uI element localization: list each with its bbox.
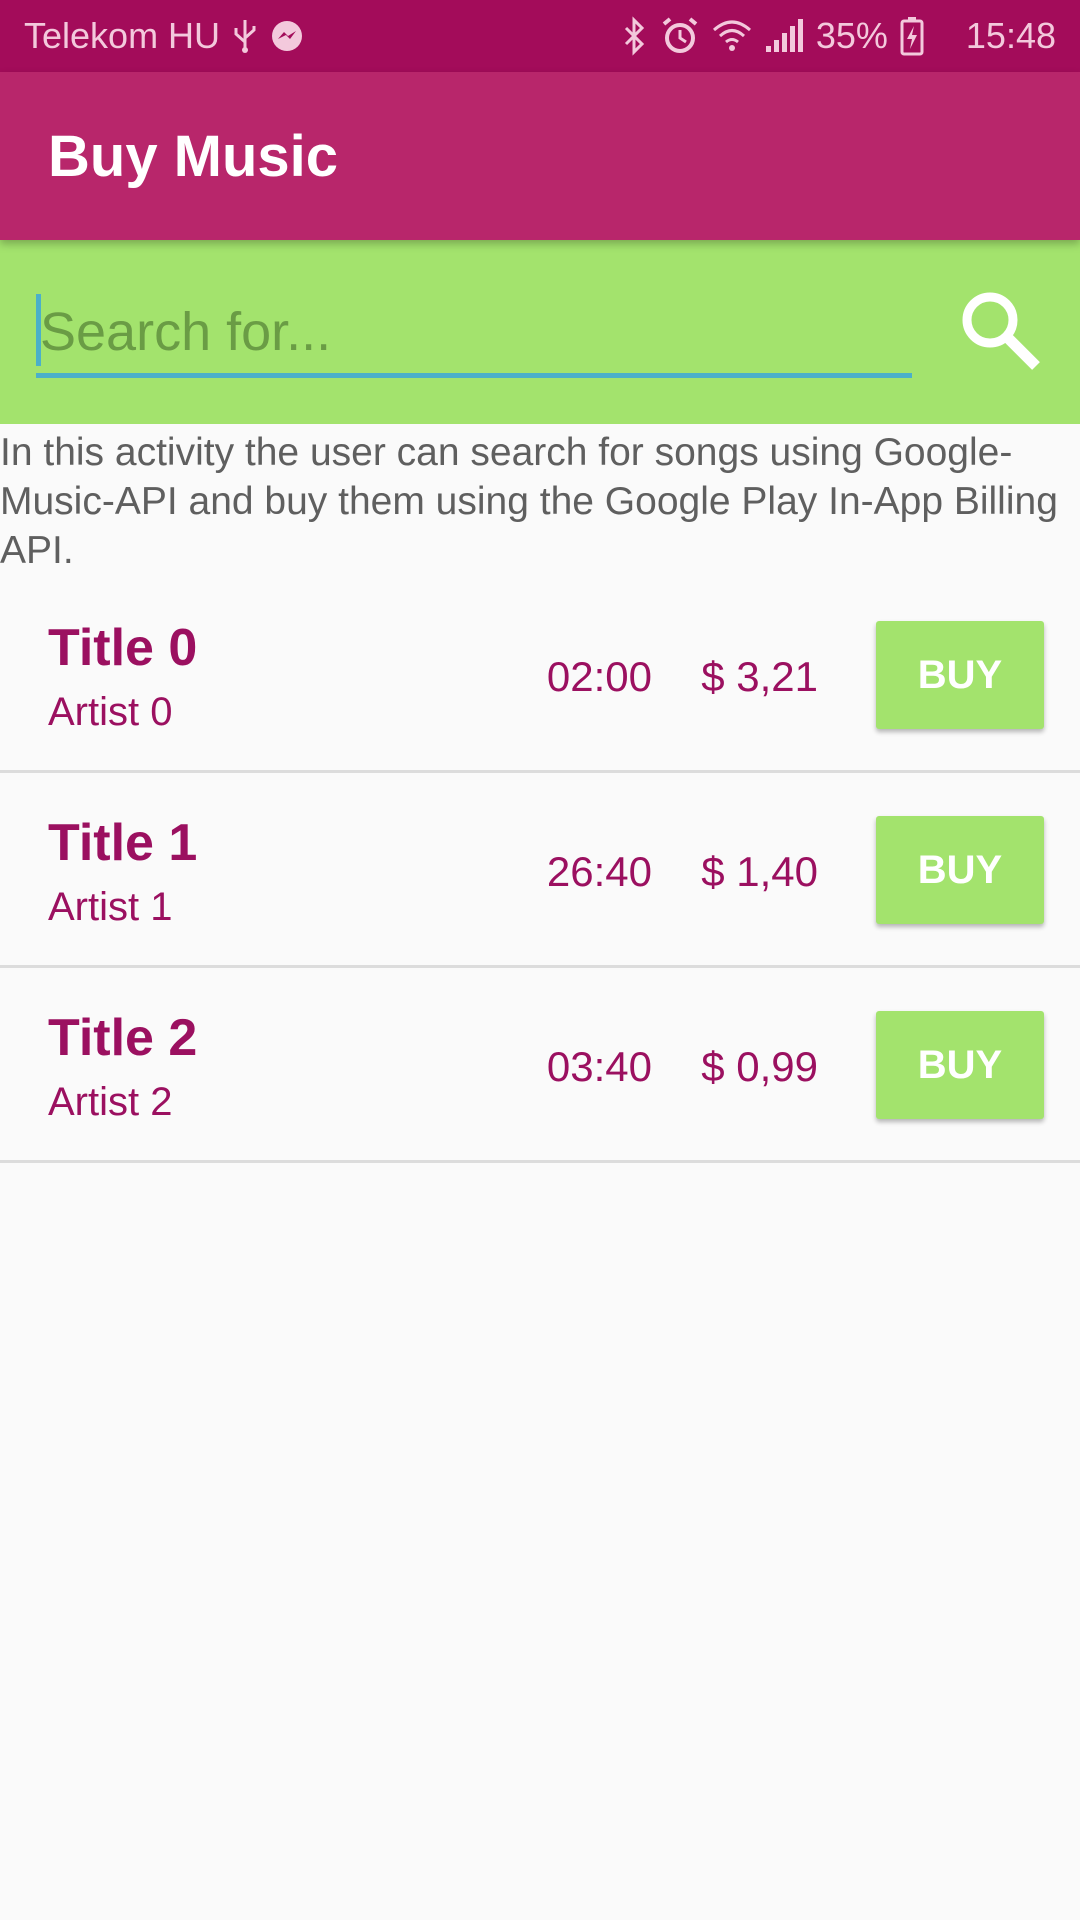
song-artist: Artist 1 <box>48 885 173 929</box>
status-bar-right: 35% 15:48 <box>622 15 1056 57</box>
wifi-icon <box>712 18 752 54</box>
search-icon <box>956 286 1044 379</box>
song-price: $ 0,99 <box>701 1043 818 1090</box>
status-bar-left: Telekom HU <box>24 15 304 57</box>
bluetooth-icon <box>622 16 648 56</box>
alarm-icon <box>660 16 700 56</box>
song-title: Title 1 <box>48 814 198 872</box>
search-input[interactable] <box>36 290 912 378</box>
buy-button[interactable]: BUY <box>876 621 1044 729</box>
song-row: Title 1 Artist 1 26:40 $ 1,40 BUY <box>0 773 1080 968</box>
song-price: $ 3,21 <box>701 653 818 700</box>
signal-icon <box>764 18 804 54</box>
song-list: Title 0 Artist 0 02:00 $ 3,21 BUY Title … <box>0 578 1080 1163</box>
carrier-name: Telekom HU <box>24 15 221 56</box>
song-duration: 03:40 <box>546 1043 652 1090</box>
app-title: Buy Music <box>48 123 339 189</box>
song-row: Title 0 Artist 0 02:00 $ 3,21 BUY <box>0 578 1080 773</box>
search-button[interactable] <box>950 282 1050 382</box>
song-duration: 26:40 <box>546 848 652 895</box>
app-bar: Buy Music <box>0 72 1080 240</box>
text-cursor <box>36 294 41 366</box>
song-duration: 02:00 <box>546 653 652 700</box>
song-artist: Artist 2 <box>48 1080 173 1124</box>
clock-time: 15:48 <box>965 15 1056 56</box>
song-price: $ 1,40 <box>701 848 818 895</box>
battery-percent: 35% <box>815 15 888 56</box>
messenger-icon <box>270 19 304 53</box>
battery-charging-icon <box>900 16 924 56</box>
activity-description: In this activity the user can search for… <box>0 431 1058 572</box>
song-artist: Artist 0 <box>48 690 173 734</box>
song-title: Title 0 <box>48 619 198 677</box>
status-bar: Telekom HU 35% 15:48 <box>0 0 1080 72</box>
song-title: Title 2 <box>48 1009 198 1067</box>
song-row: Title 2 Artist 2 03:40 $ 0,99 BUY <box>0 968 1080 1163</box>
usb-icon <box>232 18 258 54</box>
buy-button[interactable]: BUY <box>876 816 1044 924</box>
buy-button[interactable]: BUY <box>876 1011 1044 1119</box>
